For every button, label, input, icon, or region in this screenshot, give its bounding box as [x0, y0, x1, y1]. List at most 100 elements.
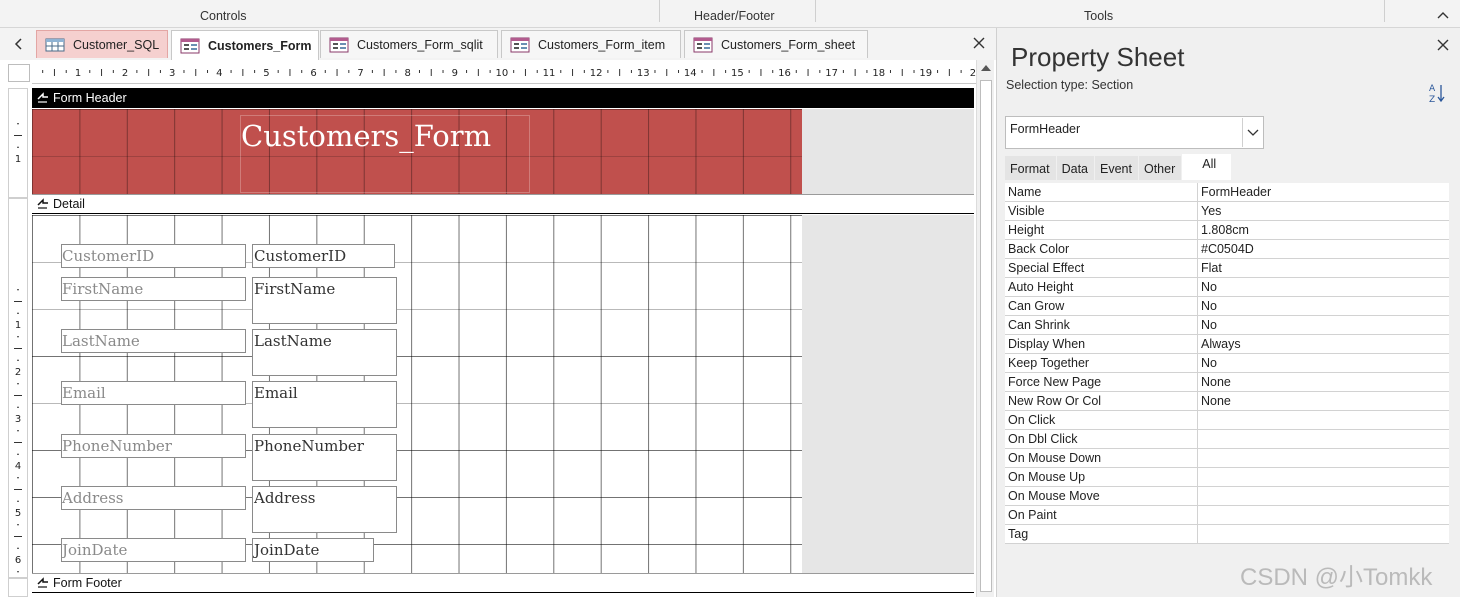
property-value[interactable]: No — [1198, 354, 1449, 372]
textbox-lastname[interactable]: LastName — [252, 329, 397, 376]
property-value[interactable]: Yes — [1198, 202, 1449, 220]
tab-customers-form-item[interactable]: Customers_Form_item — [501, 30, 681, 58]
property-name: Can Shrink — [1005, 316, 1198, 334]
property-value[interactable]: Flat — [1198, 259, 1449, 277]
chevron-up-icon[interactable] — [1436, 8, 1450, 22]
property-value[interactable] — [1198, 468, 1449, 486]
label-address[interactable]: Address — [61, 486, 246, 510]
property-value[interactable] — [1198, 487, 1449, 505]
selected-object: FormHeader — [1010, 122, 1081, 136]
property-value[interactable]: None — [1198, 373, 1449, 391]
vertical-ruler-detail: 1234567 — [8, 198, 28, 578]
form-header-area[interactable]: Customers_Form — [32, 109, 802, 194]
property-row[interactable]: Back Color #C0504D — [1005, 240, 1449, 259]
property-row[interactable]: New Row Or Col None — [1005, 392, 1449, 411]
close-icon[interactable] — [972, 36, 986, 50]
label-firstname[interactable]: FirstName — [61, 277, 246, 301]
property-row[interactable]: Visible Yes — [1005, 202, 1449, 221]
dropdown-button[interactable] — [1242, 118, 1262, 147]
tab-event[interactable]: Event — [1095, 156, 1139, 180]
ruler-number: 8 — [405, 68, 411, 79]
textbox-email[interactable]: Email — [252, 381, 397, 428]
svg-text:A: A — [1429, 84, 1436, 94]
scrollbar-thumb[interactable] — [980, 80, 992, 592]
property-value[interactable] — [1198, 430, 1449, 448]
object-selector-dropdown[interactable]: FormHeader — [1005, 116, 1264, 149]
form-selector[interactable] — [8, 64, 30, 82]
tab-label: Customers_Form — [208, 38, 312, 53]
ruler-number: 5 — [263, 68, 269, 79]
form-title-label[interactable]: Customers_Form — [240, 115, 530, 193]
property-value[interactable]: #C0504D — [1198, 240, 1449, 258]
tab-customer-sql[interactable]: Customer_SQL — [36, 30, 168, 58]
property-name: Back Color — [1005, 240, 1198, 258]
property-row[interactable]: Auto Height No — [1005, 278, 1449, 297]
property-row[interactable]: Display When Always — [1005, 335, 1449, 354]
tab-data[interactable]: Data — [1056, 156, 1095, 180]
textbox-firstname[interactable]: FirstName — [252, 277, 397, 324]
ribbon-separator — [659, 0, 660, 22]
property-row[interactable]: Special Effect Flat — [1005, 259, 1449, 278]
property-row[interactable]: Tag — [1005, 525, 1449, 544]
property-value[interactable]: 1.808cm — [1198, 221, 1449, 239]
property-row[interactable]: On Paint — [1005, 506, 1449, 525]
textbox-joindate[interactable]: JoinDate — [252, 538, 374, 562]
textbox-address[interactable]: Address — [252, 486, 397, 533]
textbox-customerid[interactable]: CustomerID — [252, 244, 395, 268]
property-value[interactable] — [1198, 411, 1449, 429]
sort-az-icon[interactable]: A Z — [1428, 82, 1446, 104]
property-sheet-pane: Property Sheet Selection type: Section A… — [997, 28, 1460, 597]
section-bar-form-header[interactable]: Form Header — [32, 88, 974, 108]
property-row[interactable]: Height 1.808cm — [1005, 221, 1449, 240]
ruler-number: 5 — [15, 508, 21, 519]
property-value[interactable]: Always — [1198, 335, 1449, 353]
ruler-number: 13 — [637, 68, 650, 79]
tab-label: Customers_Form_sqlit — [357, 37, 483, 52]
property-value[interactable]: FormHeader — [1198, 183, 1449, 201]
property-row[interactable]: On Click — [1005, 411, 1449, 430]
tab-format[interactable]: Format — [1005, 156, 1057, 180]
scroll-up-arrow-icon[interactable] — [979, 62, 993, 74]
chevron-left-icon[interactable] — [12, 37, 26, 51]
textbox-phonenumber[interactable]: PhoneNumber — [252, 434, 397, 481]
ruler-number: 11 — [543, 68, 556, 79]
property-value[interactable] — [1198, 449, 1449, 467]
property-row[interactable]: On Dbl Click — [1005, 430, 1449, 449]
section-bar-form-footer[interactable]: Form Footer — [32, 573, 974, 593]
property-sheet-title: Property Sheet — [1011, 42, 1185, 72]
tab-other[interactable]: Other — [1138, 156, 1183, 180]
property-value[interactable]: No — [1198, 316, 1449, 334]
property-row[interactable]: Name FormHeader — [1005, 183, 1449, 202]
property-name: Special Effect — [1005, 259, 1198, 277]
tab-customers-form-sheet[interactable]: Customers_Form_sheet — [684, 30, 868, 58]
property-row[interactable]: Keep Together No — [1005, 354, 1449, 373]
property-row[interactable]: On Mouse Down — [1005, 449, 1449, 468]
section-bar-detail[interactable]: Detail — [32, 194, 974, 214]
form-detail-area[interactable]: CustomerID CustomerID FirstName FirstNam… — [32, 215, 802, 573]
property-row[interactable]: Can Grow No — [1005, 297, 1449, 316]
property-row[interactable]: Can Shrink No — [1005, 316, 1449, 335]
label-phonenumber[interactable]: PhoneNumber — [61, 434, 246, 458]
property-row[interactable]: On Mouse Move — [1005, 487, 1449, 506]
property-row[interactable]: Force New Page None — [1005, 373, 1449, 392]
close-icon[interactable] — [1436, 38, 1450, 52]
ruler-number: 3 — [15, 414, 21, 425]
property-value[interactable] — [1198, 506, 1449, 524]
property-value[interactable] — [1198, 525, 1449, 543]
tab-customers-form[interactable]: Customers_Form — [171, 30, 319, 60]
label-customerid[interactable]: CustomerID — [61, 244, 246, 268]
tab-customers-form-sqlit[interactable]: Customers_Form_sqlit — [320, 30, 498, 58]
property-row[interactable]: On Mouse Up — [1005, 468, 1449, 487]
ribbon-group-tools: Tools — [1084, 9, 1114, 23]
section-label: Form Header — [53, 91, 127, 105]
label-lastname[interactable]: LastName — [61, 329, 246, 353]
property-name: Display When — [1005, 335, 1198, 353]
label-joindate[interactable]: JoinDate — [61, 538, 246, 562]
label-email[interactable]: Email — [61, 381, 246, 405]
property-value[interactable]: No — [1198, 297, 1449, 315]
property-value[interactable]: No — [1198, 278, 1449, 296]
vertical-scrollbar[interactable] — [976, 60, 994, 597]
property-value[interactable]: None — [1198, 392, 1449, 410]
tab-all[interactable]: All — [1182, 154, 1233, 180]
horizontal-ruler: 1 2 3 4 5 6 7 8 9 10 11 12 13 14 15 16 17 18 19 2 — [32, 60, 976, 84]
